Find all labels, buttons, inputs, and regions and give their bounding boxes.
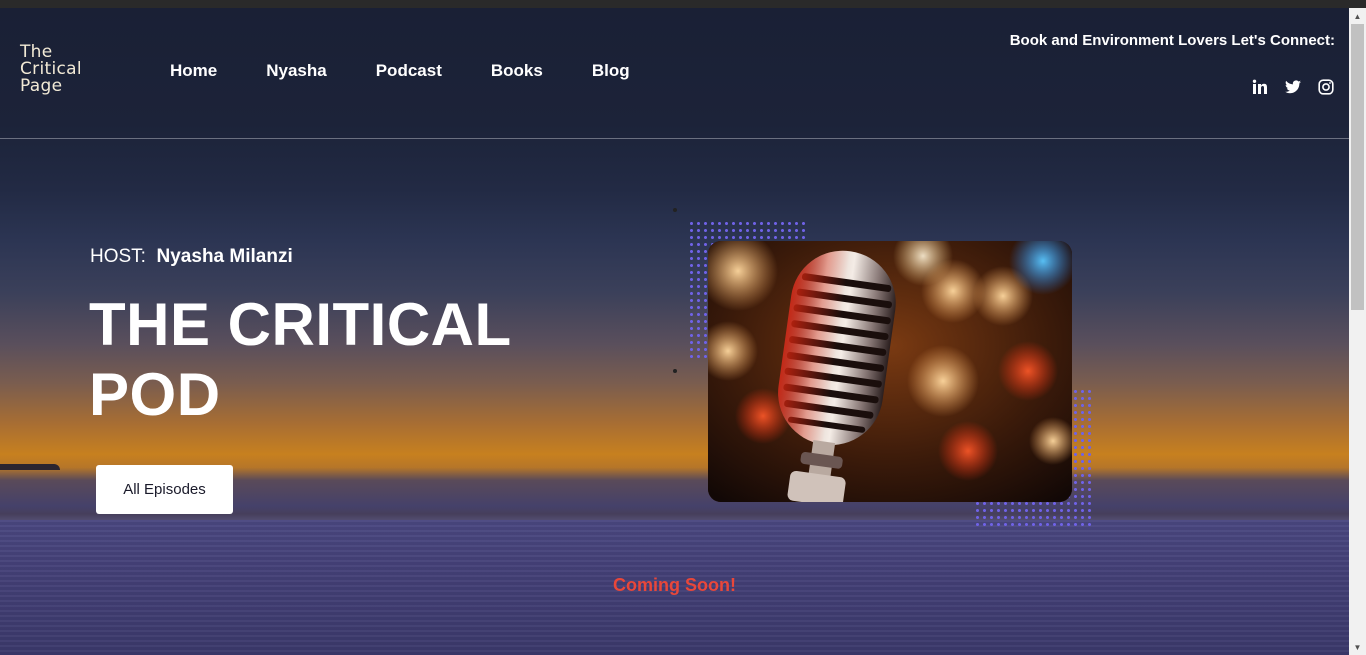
microphone-image <box>708 241 1072 502</box>
linkedin-icon[interactable] <box>1251 78 1269 96</box>
scroll-down-arrow-icon[interactable]: ▼ <box>1349 639 1366 655</box>
decor-dot <box>673 369 677 373</box>
nav-nyasha[interactable]: Nyasha <box>266 61 326 81</box>
browser-top-strip <box>0 0 1366 8</box>
nav-podcast[interactable]: Podcast <box>376 61 442 81</box>
main-nav: Home Nyasha Podcast Books Blog <box>170 61 679 81</box>
scrollbar-thumb[interactable] <box>1351 24 1364 310</box>
host-name: Nyasha Milanzi <box>156 246 293 267</box>
instagram-icon[interactable] <box>1317 78 1335 96</box>
connect-text: Book and Environment Lovers Let's Connec… <box>1009 32 1335 49</box>
host-label: HOST: <box>90 246 146 267</box>
page-viewport: The Critical Page Home Nyasha Podcast Bo… <box>0 8 1349 655</box>
social-links <box>1251 78 1335 96</box>
nav-blog[interactable]: Blog <box>592 61 630 81</box>
scroll-up-arrow-icon[interactable]: ▲ <box>1349 8 1366 24</box>
site-header: The Critical Page Home Nyasha Podcast Bo… <box>0 8 1349 139</box>
all-episodes-button[interactable]: All Episodes <box>96 465 233 514</box>
page-scrollbar[interactable]: ▲ ▼ <box>1349 8 1366 655</box>
twitter-icon[interactable] <box>1284 78 1302 96</box>
site-logo[interactable]: The Critical Page <box>20 44 82 95</box>
nav-books[interactable]: Books <box>491 61 543 81</box>
logo-line-3: Page <box>20 76 63 96</box>
coming-soon-text: Coming Soon! <box>613 575 736 595</box>
distant-island <box>0 464 60 470</box>
decor-dot <box>673 208 677 212</box>
host-line: HOST: Nyasha Milanzi <box>90 246 293 268</box>
nav-home[interactable]: Home <box>170 61 217 81</box>
page-title: THE CRITICAL POD <box>89 291 511 428</box>
